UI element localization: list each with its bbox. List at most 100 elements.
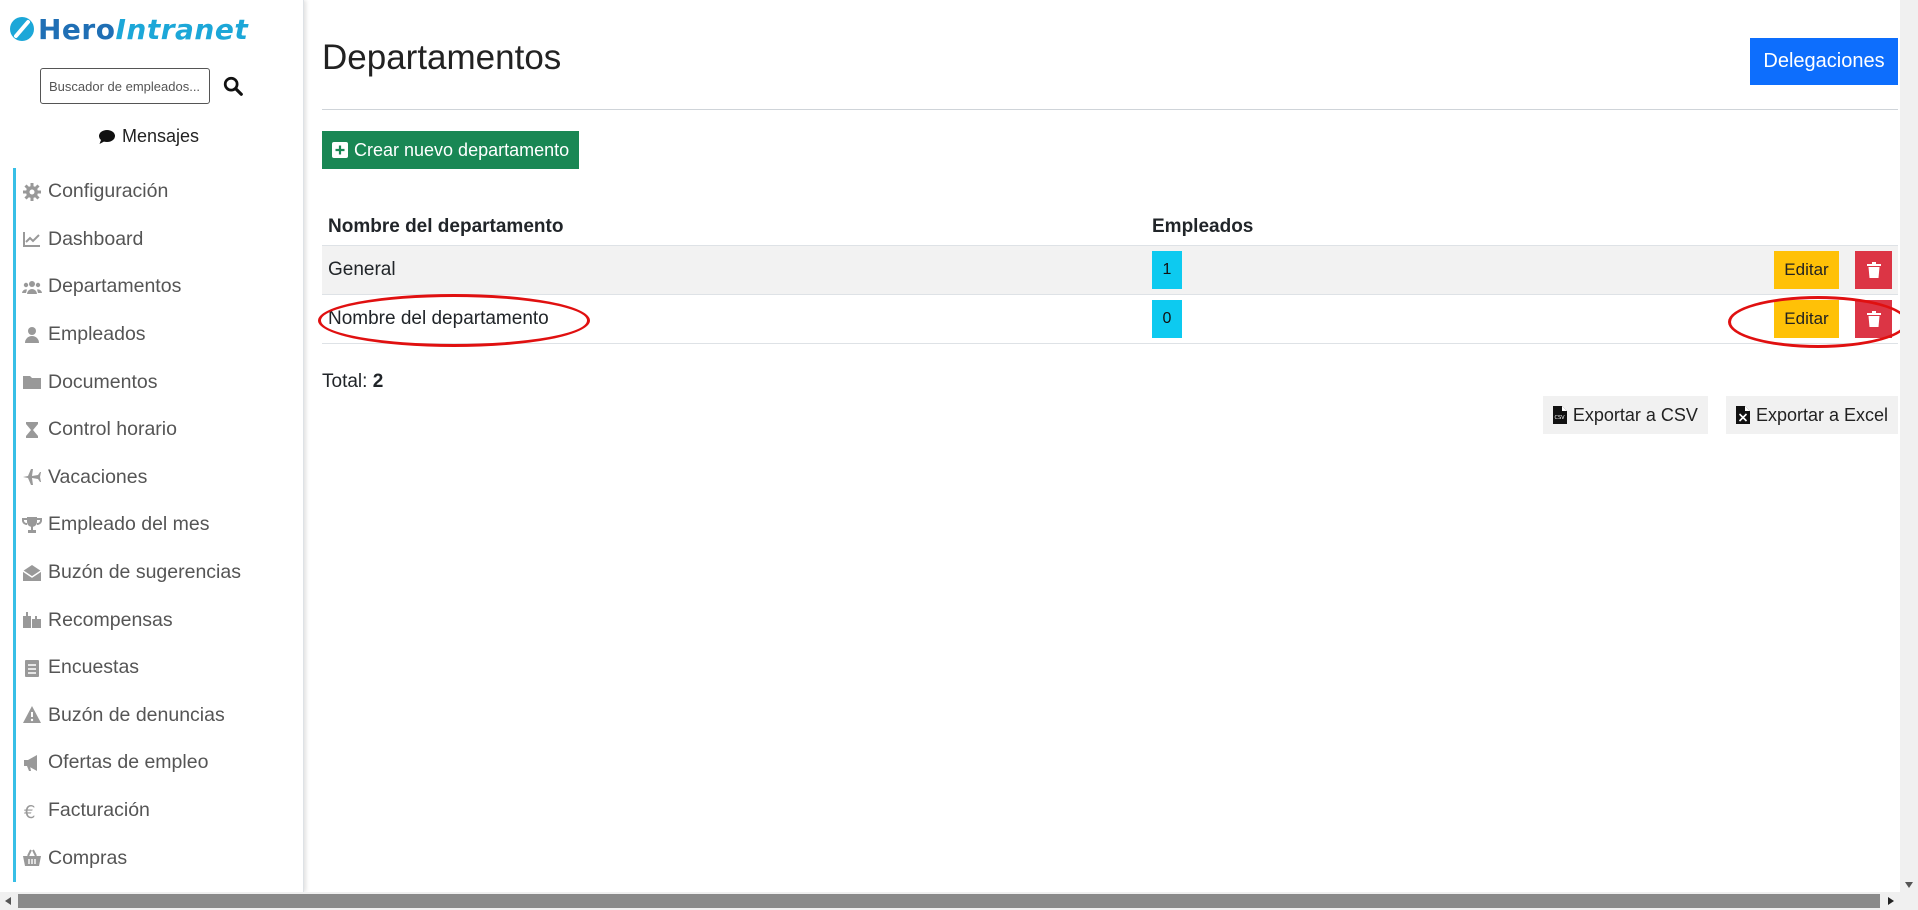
export-csv-button[interactable]: CSV Exportar a CSV — [1542, 396, 1708, 434]
logo-mark-icon — [10, 17, 34, 41]
create-department-label: Crear nuevo departamento — [354, 139, 570, 160]
export-excel-button[interactable]: Exportar a Excel — [1725, 396, 1898, 434]
chat-bubble-icon — [99, 129, 115, 144]
edit-button[interactable]: Editar — [1774, 300, 1839, 338]
row-actions: Editar — [1408, 245, 1898, 295]
search-icon[interactable] — [222, 75, 244, 97]
envelope-open-icon — [22, 563, 42, 583]
column-header-employees: Empleados — [1146, 209, 1408, 246]
euro-icon: € — [22, 801, 42, 821]
delete-button[interactable] — [1855, 251, 1892, 289]
sidebar-item-label: Ofertas de empleo — [48, 751, 209, 774]
logo-hero-text: Hero — [38, 12, 116, 46]
scroll-left-arrow-icon[interactable] — [5, 897, 11, 905]
row-actions: Editar — [1408, 294, 1898, 344]
employee-count-badge: 0 — [1152, 300, 1182, 338]
herointranet-logo[interactable]: Hero Intranet — [8, 12, 248, 46]
export-csv-label: Exportar a CSV — [1572, 404, 1698, 425]
sidebar-item-recompensas[interactable]: Recompensas — [13, 596, 303, 644]
sidebar-item-label: Facturación — [48, 799, 150, 822]
export-excel-label: Exportar a Excel — [1755, 404, 1888, 425]
sidebar-item-encuestas[interactable]: Encuestas — [13, 643, 303, 692]
sidebar-item-label: Compras — [48, 846, 128, 869]
sidebar-item-label: Empleado del mes — [48, 513, 210, 536]
plane-icon — [22, 467, 42, 487]
messages-link[interactable]: Mensajes — [98, 126, 199, 147]
export-buttons: CSV Exportar a CSV Exportar a Excel — [1542, 396, 1898, 434]
sidebar-nav: Configuración Dashboard Departamentos Em… — [13, 168, 303, 882]
vertical-scrollbar[interactable] — [1900, 0, 1918, 892]
user-icon — [22, 325, 42, 345]
sidebar-item-vacaciones[interactable]: Vacaciones — [13, 453, 303, 502]
sidebar-item-departamentos[interactable]: Departamentos — [13, 263, 303, 311]
employees-cell: 1 — [1146, 245, 1408, 295]
sidebar-item-label: Encuestas — [48, 656, 140, 679]
sidebar-item-facturacion[interactable]: € Facturación — [13, 786, 303, 835]
horizontal-scroll-thumb[interactable] — [18, 894, 1880, 908]
hourglass-icon — [22, 420, 42, 440]
gifts-icon — [22, 610, 42, 630]
logo-intranet-text: Intranet — [115, 12, 249, 46]
megaphone-icon — [22, 753, 42, 773]
users-icon — [22, 277, 42, 297]
sidebar-item-label: Configuración — [48, 180, 169, 203]
employee-count-badge: 1 — [1152, 251, 1182, 289]
sidebar-item-ofertas-empleo[interactable]: Ofertas de empleo — [13, 739, 303, 787]
trash-icon — [1866, 262, 1881, 278]
folder-icon — [22, 372, 42, 392]
sidebar-item-documentos[interactable]: Documentos — [13, 358, 303, 406]
search-input[interactable] — [40, 68, 210, 104]
sidebar-item-configuracion[interactable]: Configuración — [13, 168, 303, 216]
department-name: Nombre del departamento — [322, 294, 1146, 344]
create-department-button[interactable]: Crear nuevo departamento — [322, 131, 580, 169]
sidebar-item-buzon-sugerencias[interactable]: Buzón de sugerencias — [13, 548, 303, 597]
delegaciones-button[interactable]: Delegaciones — [1750, 38, 1898, 85]
plus-square-icon — [332, 142, 348, 158]
excel-file-icon — [1735, 406, 1750, 424]
sidebar-item-dashboard[interactable]: Dashboard — [13, 215, 303, 264]
csv-file-icon: CSV — [1552, 406, 1567, 424]
sidebar-item-empleado-del-mes[interactable]: Empleado del mes — [13, 501, 303, 549]
edit-button[interactable]: Editar — [1774, 251, 1839, 289]
svg-text:€: € — [24, 802, 35, 821]
scroll-down-arrow-icon[interactable] — [1905, 882, 1913, 888]
sidebar-item-label: Buzón de sugerencias — [48, 561, 241, 584]
warning-icon — [22, 705, 42, 725]
sidebar-item-label: Dashboard — [48, 227, 144, 250]
trash-icon — [1866, 311, 1881, 327]
sidebar-item-label: Departamentos — [48, 275, 182, 298]
employees-cell: 0 — [1146, 294, 1408, 344]
sidebar-item-compras[interactable]: Compras — [13, 834, 303, 882]
total-count: Total: 2 — [322, 371, 383, 393]
messages-label: Mensajes — [122, 126, 200, 146]
sidebar-item-label: Documentos — [48, 370, 158, 393]
total-label: Total: — [322, 371, 368, 392]
delete-button[interactable] — [1855, 300, 1892, 338]
sidebar: HeroIntranet Mensajes Configuración Dash… — [0, 0, 304, 892]
trophy-icon — [22, 515, 42, 535]
scroll-right-arrow-icon[interactable] — [1888, 897, 1894, 905]
svg-text:CSV: CSV — [1554, 415, 1565, 421]
sidebar-item-label: Recompensas — [48, 608, 173, 631]
gear-icon — [22, 182, 42, 202]
divider — [322, 109, 1898, 110]
sidebar-item-control-horario[interactable]: Control horario — [13, 405, 303, 454]
column-header-actions — [1408, 209, 1898, 246]
chart-line-icon — [22, 229, 42, 249]
department-name: General — [322, 245, 1146, 295]
horizontal-scrollbar[interactable] — [0, 892, 1918, 910]
sidebar-item-label: Vacaciones — [48, 465, 148, 488]
sidebar-item-label: Empleados — [48, 323, 146, 346]
page-title: Departamentos — [322, 38, 562, 77]
sidebar-item-label: Buzón de denuncias — [48, 703, 225, 726]
sidebar-item-buzon-denuncias[interactable]: Buzón de denuncias — [13, 691, 303, 740]
table-row: Nombre del departamento 0 Editar — [322, 294, 1898, 344]
employee-search — [40, 68, 244, 104]
table-row: General 1 Editar — [322, 245, 1898, 295]
sidebar-item-label: Control horario — [48, 418, 177, 441]
column-header-name: Nombre del departamento — [322, 209, 1146, 246]
basket-icon — [22, 848, 42, 868]
clipboard-list-icon — [22, 658, 42, 678]
sidebar-item-empleados[interactable]: Empleados — [13, 310, 303, 359]
total-value: 2 — [372, 371, 384, 392]
